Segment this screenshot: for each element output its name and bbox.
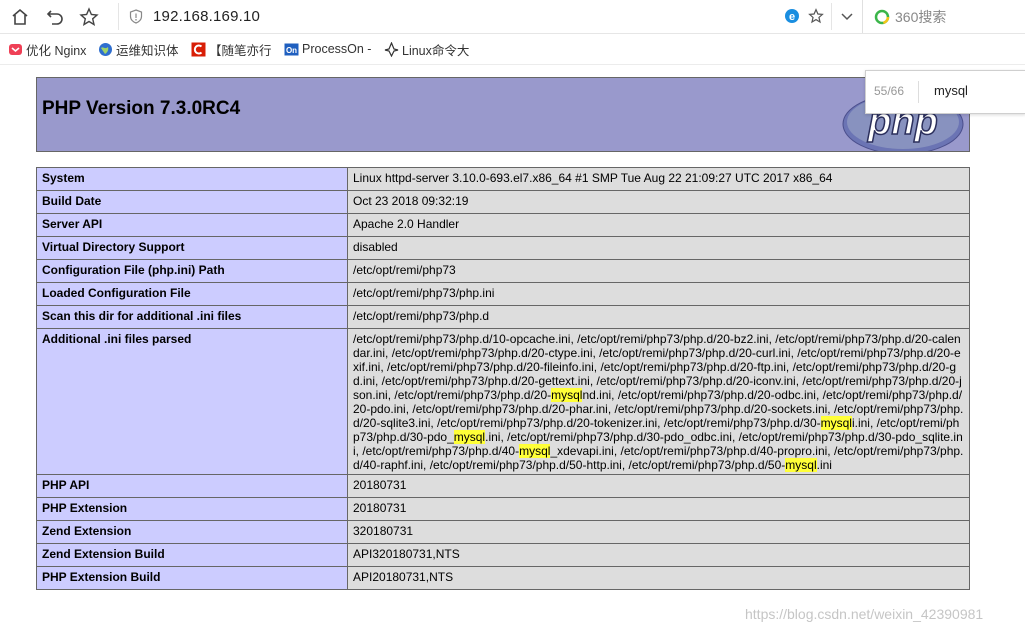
table-row: Additional .ini files parsed/etc/opt/rem… [36,328,970,475]
table-row: Scan this dir for additional .ini files /… [36,305,970,329]
bookmark-label: 优化 Nginx [26,43,87,58]
shield-icon [129,9,143,24]
row-key: Build Date [36,190,348,214]
url-text: 192.168.169.10 [153,8,261,25]
table-row: PHP Extension 20180731 [36,497,970,521]
search-highlight: mysql [785,458,817,472]
row-key: Configuration File (php.ini) Path [36,259,348,283]
bookmark-item[interactable]: 优化 Nginx [8,40,86,58]
browser-toolbar: 192.168.169.10 e 360搜索 [0,0,1025,34]
table-row: Build Date Oct 23 2018 09:32:19 [36,190,970,214]
find-input[interactable]: mysql [934,83,968,98]
table-row: Zend Extension 320180731 [36,520,970,544]
watermark-text: https://blog.csdn.net/weixin_42390981 [745,606,984,622]
row-value: Linux httpd-server 3.10.0-693.el7.x86_64… [347,167,970,191]
bookmark-item[interactable]: Linux命令大 [384,40,469,58]
row-value: API320180731,NTS [347,543,970,567]
bookmark-item[interactable]: 运维知识体 [98,40,179,58]
search-box[interactable]: 360搜索 [862,0,1025,33]
row-key: System [36,167,348,191]
csdn-icon [191,42,206,57]
bookmark-label: 运维知识体 [116,43,179,58]
bookmark-label: Linux命令大 [402,43,470,58]
bookmark-item[interactable]: On ProcessOn - [284,40,371,58]
row-key: Virtual Directory Support [36,236,348,260]
row-key: Additional .ini files parsed [36,328,348,475]
search-highlight: mysql [551,388,583,402]
table-row: Virtual Directory Support disabled [36,236,970,260]
table-row: Server API Apache 2.0 Handler [36,213,970,237]
address-bar[interactable]: 192.168.169.10 e [118,3,861,30]
bookmark-label: ProcessOn - [302,42,372,56]
find-divider [918,81,919,103]
table-row: System Linux httpd-server 3.10.0-693.el7.… [36,167,970,191]
search-highlight: mysql [453,430,486,444]
bookmarks-bar: 优化 Nginx 运维知识体 【随笔亦行 On ProcessOn - Linu… [0,34,1025,65]
table-row: Zend Extension Build API320180731,NTS [36,543,970,567]
row-key: Server API [36,213,348,237]
svg-text:On: On [286,46,297,55]
find-bar: 55/66 mysql [865,70,1025,114]
home-button[interactable] [7,4,33,30]
row-value: /etc/opt/remi/php73 [347,259,970,283]
processon-icon: On [284,42,299,57]
star-icon [79,7,99,26]
find-match-count: 55/66 [874,84,905,98]
table-row: Configuration File (php.ini) Path/etc/op… [36,259,970,283]
linux-icon [384,41,399,57]
back-button[interactable] [42,4,68,30]
row-value: /etc/opt/remi/php73/php.d/10-opcache.ini… [347,328,970,475]
row-key: PHP Extension [36,497,348,521]
home-icon [12,8,28,25]
chevron-down-icon [841,13,853,21]
row-value: API20180731,NTS [347,566,970,590]
search-360-icon [874,9,890,25]
phpinfo-table: System Linux httpd-server 3.10.0-693.el7.… [36,167,970,590]
ie-engine-icon[interactable]: e [784,8,800,24]
url-dropdown-button[interactable] [831,3,862,30]
globe-icon [98,42,113,57]
row-value: 20180731 [347,474,970,498]
table-row: Loaded Configuration File/etc/opt/remi/p… [36,282,970,306]
row-value: 20180731 [347,497,970,521]
row-value: Apache 2.0 Handler [347,213,970,237]
row-value: Oct 23 2018 09:32:19 [347,190,970,214]
favorite-button[interactable] [76,4,102,30]
row-key: Loaded Configuration File [36,282,348,306]
php-version-title: PHP Version 7.3.0RC4 [42,98,241,119]
row-key: Scan this dir for additional .ini files [36,305,348,329]
row-key: Zend Extension [36,520,348,544]
table-row: PHP API 20180731 [36,474,970,498]
row-value: /etc/opt/remi/php73/php.ini [347,282,970,306]
table-row: PHP Extension Build API20180731,NTS [36,566,970,590]
row-key: PHP Extension Build [36,566,348,590]
pocket-icon [8,42,23,57]
phpinfo-header: PHP Version 7.3.0RC4 php [36,77,970,152]
bookmark-item[interactable]: 【随笔亦行 [191,40,272,58]
bookmark-star-icon[interactable] [808,8,824,24]
row-value: /etc/opt/remi/php73/php.d [347,305,970,329]
search-placeholder: 360搜索 [895,9,947,25]
row-key: PHP API [36,474,348,498]
row-value: 320180731 [347,520,970,544]
svg-text:e: e [789,11,795,23]
undo-icon [46,10,63,25]
phpinfo-page: PHP Version 7.3.0RC4 php System Linux htt… [36,77,970,590]
bookmark-label: 【随笔亦行 [209,43,272,58]
row-value: disabled [347,236,970,260]
search-highlight: mysql [820,416,852,430]
search-highlight: mysql [519,444,551,458]
row-key: Zend Extension Build [36,543,348,567]
